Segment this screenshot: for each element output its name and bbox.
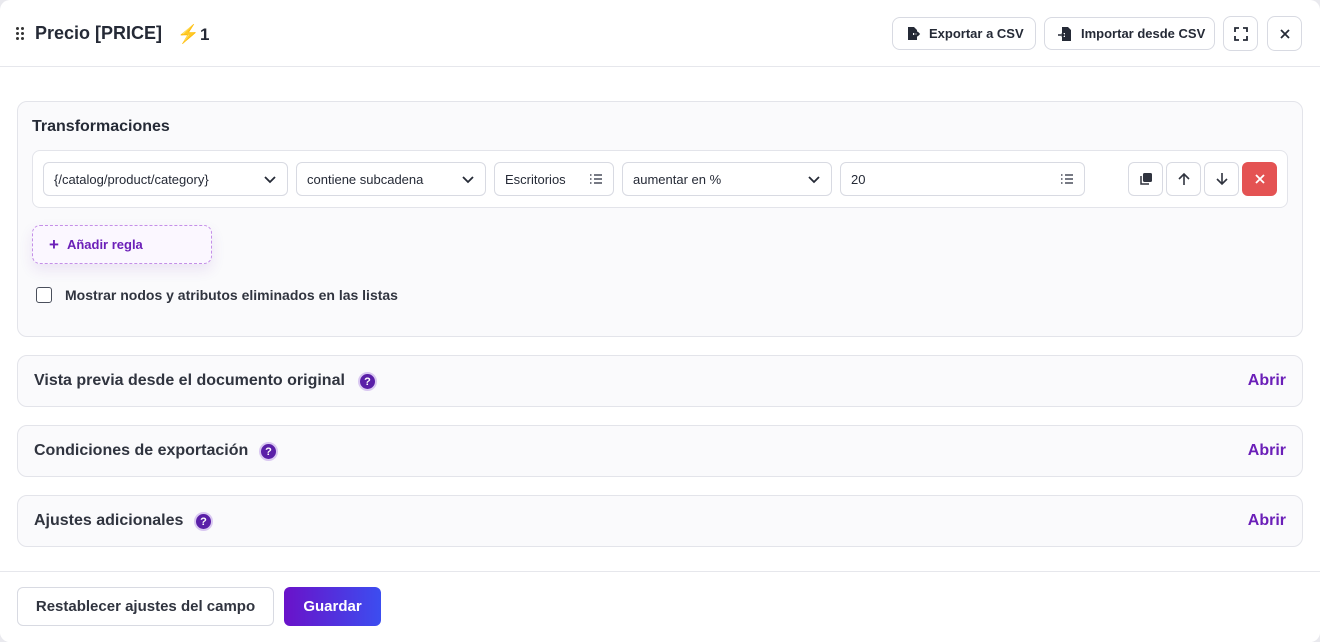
help-icon[interactable]: ?: [358, 372, 377, 391]
copy-icon: [1139, 173, 1152, 185]
duplicate-rule-button[interactable]: [1128, 162, 1163, 196]
arrow-up-icon: [1177, 172, 1190, 185]
preview-section[interactable]: Vista previa desde el documento original…: [17, 355, 1303, 407]
expand-icon: [1233, 26, 1248, 41]
transformations-panel: Transformaciones {/catalog/product/categ…: [17, 101, 1303, 337]
field-select-value: {/catalog/product/category}: [54, 171, 209, 187]
save-button[interactable]: Guardar: [284, 587, 381, 626]
list-icon[interactable]: [1060, 172, 1074, 186]
show-deleted-label[interactable]: Mostrar nodos y atributos eliminados en …: [65, 287, 398, 303]
modal-title: Precio [PRICE]: [35, 23, 163, 43]
export-csv-button[interactable]: Exportar a CSV: [892, 17, 1036, 50]
bolt-icon: ⚡: [177, 24, 200, 44]
transformation-count: 1: [200, 25, 210, 44]
condition-value-text: Escritorios: [505, 171, 566, 187]
close-icon: [1279, 28, 1290, 39]
preview-section-title: Vista previa desde el documento original: [34, 372, 345, 389]
condition-select-value: contiene subcadena: [307, 171, 424, 187]
add-rule-label: Añadir regla: [66, 237, 143, 252]
amount-value: 20: [851, 171, 866, 187]
file-export-icon: [908, 26, 921, 40]
show-deleted-checkbox[interactable]: [36, 287, 52, 303]
import-csv-button[interactable]: Importar desde CSV: [1044, 17, 1215, 50]
additional-settings-section[interactable]: Ajustes adicionales ? Abrir: [17, 495, 1303, 547]
action-select[interactable]: aumentar en %: [622, 162, 832, 196]
close-button[interactable]: [1267, 16, 1302, 51]
export-csv-label: Exportar a CSV: [929, 26, 1024, 41]
modal-footer: Restablecer ajustes del campo Guardar: [0, 571, 1320, 642]
chevron-down-icon: [808, 176, 820, 184]
transformation-rule: {/catalog/product/category} contiene sub…: [32, 150, 1288, 208]
additional-settings-open-link[interactable]: Abrir: [1248, 512, 1286, 530]
condition-value-input[interactable]: Escritorios: [494, 162, 614, 196]
additional-settings-title: Ajustes adicionales: [34, 512, 184, 529]
arrow-down-icon: [1215, 173, 1228, 186]
preview-open-link[interactable]: Abrir: [1248, 372, 1286, 390]
condition-select[interactable]: contiene subcadena: [296, 162, 486, 196]
field-settings-modal: Precio [PRICE] ⚡ 1 Exportar a CSV Import…: [0, 0, 1320, 642]
modal-header: Precio [PRICE] ⚡ 1 Exportar a CSV Import…: [0, 0, 1320, 67]
drag-handle-icon[interactable]: [16, 27, 26, 41]
file-import-icon: [1058, 26, 1071, 41]
list-icon[interactable]: [589, 172, 603, 186]
chevron-down-icon: [264, 176, 276, 184]
reset-field-button[interactable]: Restablecer ajustes del campo: [17, 587, 274, 626]
help-icon[interactable]: ?: [259, 442, 278, 461]
move-up-button[interactable]: [1166, 162, 1201, 196]
add-rule-button[interactable]: + Añadir regla: [32, 225, 212, 264]
export-conditions-open-link[interactable]: Abrir: [1248, 442, 1286, 460]
close-icon: [1254, 174, 1265, 184]
plus-icon: +: [49, 234, 59, 254]
transformations-title: Transformaciones: [32, 118, 170, 135]
help-icon[interactable]: ?: [194, 512, 213, 531]
import-csv-label: Importar desde CSV: [1081, 26, 1206, 41]
delete-rule-button[interactable]: [1242, 162, 1277, 196]
chevron-down-icon: [462, 176, 474, 184]
move-down-button[interactable]: [1204, 162, 1239, 196]
amount-input[interactable]: 20: [840, 162, 1085, 196]
export-conditions-section[interactable]: Condiciones de exportación ? Abrir: [17, 425, 1303, 477]
action-select-value: aumentar en %: [633, 171, 722, 187]
field-select[interactable]: {/catalog/product/category}: [43, 162, 288, 196]
export-conditions-title: Condiciones de exportación: [34, 442, 249, 459]
fullscreen-button[interactable]: [1223, 16, 1258, 51]
